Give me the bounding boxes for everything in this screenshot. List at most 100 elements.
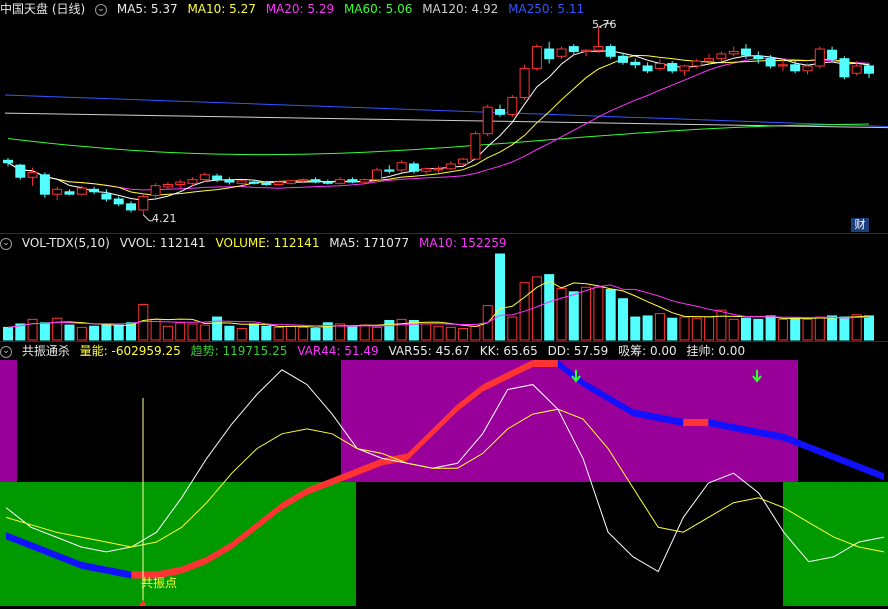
candle-body — [605, 46, 616, 57]
candle-body — [199, 174, 210, 181]
candle-body — [396, 162, 407, 171]
candle-body — [728, 50, 739, 55]
volume-bar — [802, 318, 813, 341]
candle-body — [150, 185, 161, 196]
trend-ribbon-segment — [858, 463, 884, 481]
green-zone — [0, 482, 356, 606]
finance-badge[interactable]: 财 — [851, 218, 869, 232]
volume-bar — [384, 320, 395, 341]
volume-bar — [347, 325, 358, 341]
ma10-label: MA10: 5.27 — [187, 2, 256, 16]
high-price-label: 5.76 — [592, 18, 617, 31]
volume-bar — [753, 318, 764, 341]
candle-body — [224, 179, 235, 183]
candle-body — [298, 179, 309, 182]
candle-body — [335, 179, 346, 184]
volume-bar — [704, 316, 715, 341]
collapse-icon[interactable]: ⌄ — [0, 237, 12, 250]
collapse-icon[interactable]: ⌄ — [95, 3, 108, 16]
volume-panel-header: ⌄ VOL-TDX(5,10) VVOL: 112141 VOLUME: 112… — [0, 235, 512, 251]
volume-bar — [236, 328, 247, 341]
volume-bar — [433, 325, 444, 341]
volume-bar — [408, 320, 419, 341]
collapse-icon[interactable]: ⌄ — [0, 345, 12, 358]
candle-body — [433, 168, 444, 171]
candle-body — [175, 181, 186, 186]
volume-bar — [396, 318, 407, 341]
candle-body — [39, 174, 50, 195]
trend-ribbon-segment — [532, 360, 558, 367]
volume-bar — [310, 328, 321, 341]
volume-bar — [593, 286, 604, 341]
candle-body — [101, 193, 112, 200]
volume-panel-title[interactable]: VOL-TDX(5,10) — [22, 236, 110, 250]
resonance-point-label: 共振点 — [141, 576, 178, 590]
volume-bar — [581, 286, 592, 341]
ma250-line — [4, 94, 888, 127]
volume-bar — [261, 325, 272, 341]
trend-label: 趋势: 119715.25 — [190, 344, 288, 358]
volume-panel — [3, 253, 874, 341]
candle-body — [630, 61, 641, 66]
signal-panel — [0, 360, 888, 606]
candle-body — [618, 55, 628, 63]
chart-canvas — [0, 22, 888, 606]
candle-body — [421, 168, 432, 172]
candle-body — [384, 169, 395, 172]
candle-body — [408, 163, 419, 172]
candle-body — [27, 171, 38, 178]
volume-bar — [113, 324, 124, 341]
liangneng-label: 量能: -602959.25 — [79, 344, 181, 358]
volume-bar — [667, 317, 678, 341]
candle-body — [507, 96, 518, 115]
candle-body — [212, 175, 223, 181]
vol-ma10-line — [7, 284, 870, 328]
volume-bar — [298, 326, 309, 341]
main-panel-title[interactable]: 中国天盘 (日线) — [0, 2, 85, 16]
candle-body — [851, 65, 862, 74]
vol-ma5-label: MA5: 171077 — [329, 236, 410, 250]
candle-body — [864, 65, 874, 74]
var44-label: VAR44: 51.49 — [297, 344, 379, 358]
candle-body — [531, 46, 542, 69]
candle-body — [679, 65, 690, 72]
volume-bar — [495, 253, 505, 341]
candle-body — [765, 58, 776, 67]
candle-body — [89, 188, 100, 193]
volume-bar — [285, 325, 296, 341]
vol-ma10-label: MA10: 152259 — [418, 236, 507, 250]
volume-bar — [359, 324, 370, 341]
candle-body — [372, 169, 382, 181]
candle-body — [3, 159, 13, 164]
candle-body — [802, 65, 813, 72]
volume-bar — [544, 274, 555, 341]
ma60-line — [7, 123, 870, 156]
candle-body — [359, 179, 370, 183]
volume-bar — [249, 323, 259, 341]
volume-bar — [52, 317, 63, 341]
var55-label: VAR55: 45.67 — [388, 344, 470, 358]
signal-panel-header: ⌄ 共振通杀 量能: -602959.25 趋势: 119715.25 VAR4… — [0, 343, 751, 359]
candle-body — [249, 181, 259, 184]
candle-body — [187, 179, 198, 184]
candle-body — [544, 48, 555, 60]
volume-bar — [716, 309, 727, 341]
candle-body — [716, 53, 727, 60]
candle-body — [445, 163, 456, 170]
volume-bar — [827, 315, 838, 341]
candle-body — [236, 180, 247, 184]
candle-body — [777, 64, 788, 67]
volume-bar — [89, 325, 100, 341]
candle-body — [642, 65, 653, 72]
main-panel-header: 中国天盘 (日线) ⌄ MA5: 5.37 MA10: 5.27 MA20: 5… — [0, 1, 590, 17]
candle-body — [482, 106, 493, 135]
volume-bar — [224, 325, 235, 341]
volume-label: VOLUME: 112141 — [215, 236, 320, 250]
candle-body — [495, 109, 505, 115]
volume-bar — [691, 317, 702, 341]
volume-bar — [150, 318, 161, 341]
signal-panel-title[interactable]: 共振通杀 — [22, 344, 70, 358]
candle-body — [814, 48, 825, 67]
green-zone — [783, 482, 888, 606]
volume-bar — [642, 315, 653, 341]
